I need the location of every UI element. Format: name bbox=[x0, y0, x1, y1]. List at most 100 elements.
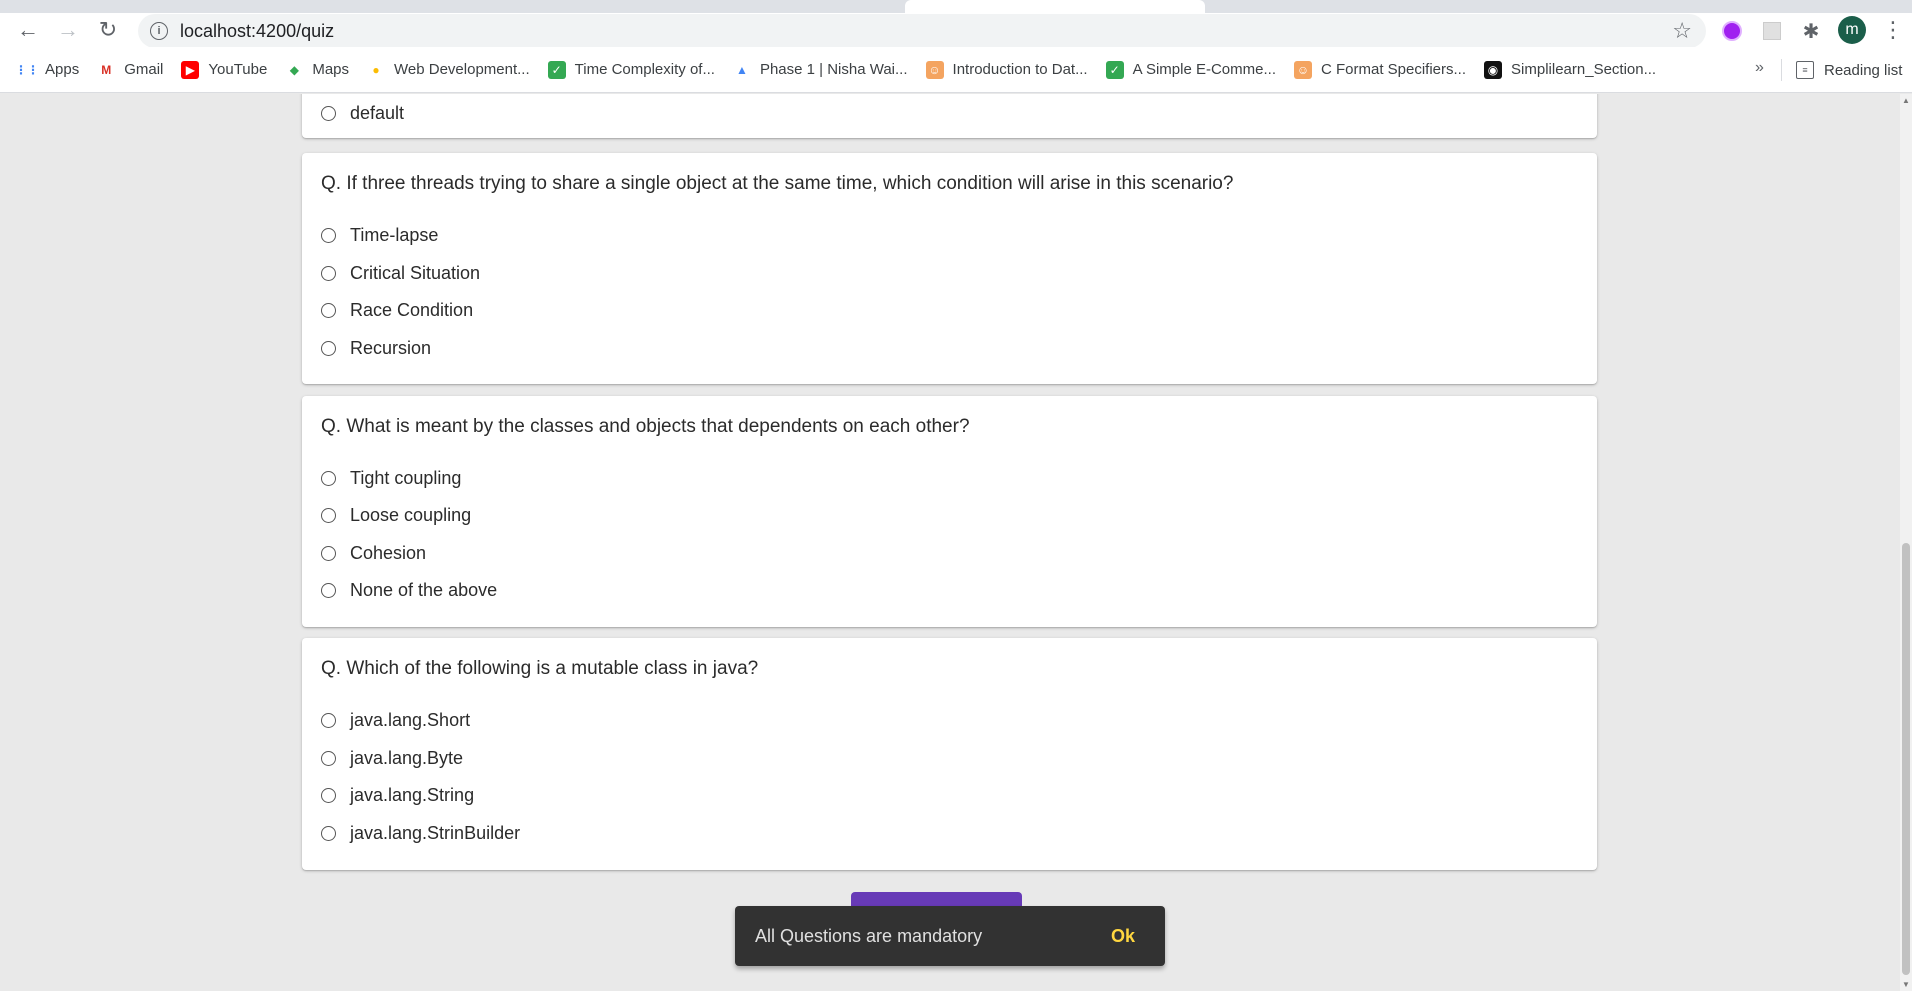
option-label: java.lang.String bbox=[350, 785, 475, 805]
reload-button[interactable]: ↻ bbox=[88, 13, 128, 47]
question-card: Q. Which of the following is a mutable c… bbox=[302, 638, 1597, 870]
option-label: Recursion bbox=[350, 338, 432, 358]
answer-option[interactable]: Time-lapse bbox=[321, 225, 438, 246]
bookmark-c-format[interactable]: ☺ C Format Specifiers... bbox=[1293, 60, 1467, 79]
option-label: Loose coupling bbox=[350, 505, 472, 525]
answer-option[interactable]: Loose coupling bbox=[321, 505, 471, 526]
answer-option[interactable]: java.lang.StrinBuilder bbox=[321, 823, 520, 844]
radio-button[interactable] bbox=[321, 471, 336, 486]
apps-grid-icon: ⋮⋮ bbox=[15, 62, 39, 77]
option-label: None of the above bbox=[350, 580, 498, 600]
answer-option[interactable]: Race Condition bbox=[321, 300, 473, 321]
answer-option[interactable]: default bbox=[321, 103, 404, 124]
maps-icon: ◆ bbox=[289, 62, 299, 77]
url-text[interactable]: localhost:4200/quiz bbox=[180, 21, 334, 42]
github-icon: ◉ bbox=[1484, 60, 1503, 79]
bookmark-introduction[interactable]: ☺ Introduction to Dat... bbox=[925, 60, 1088, 79]
bookmark-gmail[interactable]: M Gmail bbox=[97, 61, 163, 79]
radio-button[interactable] bbox=[321, 508, 336, 523]
question-card: Q. If three threads trying to share a si… bbox=[302, 153, 1597, 384]
page-scrollbar[interactable]: ▲ ▼ bbox=[1900, 94, 1912, 991]
blank-extension-icon bbox=[1763, 22, 1781, 40]
option-label: java.lang.Byte bbox=[350, 748, 464, 768]
scroll-up-icon[interactable]: ▲ bbox=[1902, 96, 1910, 105]
extension-button[interactable] bbox=[1758, 17, 1786, 45]
quiz-page: default Q. If three threads trying to sh… bbox=[0, 94, 1900, 991]
radio-button[interactable] bbox=[321, 583, 336, 598]
info-icon[interactable]: i bbox=[150, 22, 168, 40]
bookmark-label: Maps bbox=[312, 61, 350, 78]
extensions-menu-button[interactable]: ✱ bbox=[1797, 17, 1825, 45]
bookmark-maps[interactable]: ◆ Maps bbox=[285, 61, 349, 79]
back-button[interactable]: ← bbox=[8, 13, 48, 47]
leaf-icon: ✓ bbox=[1105, 60, 1124, 79]
answer-option[interactable]: Critical Situation bbox=[321, 263, 480, 284]
bookmark-label: C Format Specifiers... bbox=[1320, 61, 1467, 78]
question-text: Q. Which of the following is a mutable c… bbox=[321, 658, 759, 679]
reading-list-label: Reading list bbox=[1824, 61, 1903, 79]
bookmark-time-complexity[interactable]: ✓ Time Complexity of... bbox=[547, 60, 715, 79]
radio-button[interactable] bbox=[321, 713, 336, 728]
bookmarks-bar: ⋮⋮ Apps M Gmail ▶ YouTube ◆ Maps ● Web Develo… bbox=[0, 47, 1912, 93]
bookmark-web-development[interactable]: ● Web Development... bbox=[367, 61, 529, 79]
radio-button[interactable] bbox=[321, 106, 336, 121]
radio-button[interactable] bbox=[321, 228, 336, 243]
option-label: Cohesion bbox=[350, 543, 427, 563]
bookmark-label: Time Complexity of... bbox=[574, 61, 715, 78]
bookmark-youtube[interactable]: ▶ YouTube bbox=[181, 60, 267, 79]
answer-option[interactable]: java.lang.Byte bbox=[321, 748, 463, 769]
reading-list-icon: ≡ bbox=[1796, 61, 1814, 79]
question-card: Q. What is meant by the classes and obje… bbox=[302, 396, 1597, 627]
bookmark-ecommerce[interactable]: ✓ A Simple E-Comme... bbox=[1105, 60, 1276, 79]
snackbar-ok-button[interactable]: Ok bbox=[1111, 926, 1145, 947]
bookmark-apps[interactable]: ⋮⋮ Apps bbox=[15, 61, 79, 79]
answer-option[interactable]: Recursion bbox=[321, 338, 431, 359]
radio-button[interactable] bbox=[321, 303, 336, 318]
radio-button[interactable] bbox=[321, 341, 336, 356]
bookmark-star-icon[interactable]: ☆ bbox=[1672, 18, 1692, 44]
radio-button[interactable] bbox=[321, 751, 336, 766]
active-tab[interactable] bbox=[905, 0, 1205, 13]
option-label: default bbox=[350, 103, 405, 123]
profile-avatar[interactable]: m bbox=[1838, 16, 1866, 44]
answer-option[interactable]: Tight coupling bbox=[321, 468, 461, 489]
drive-icon: ▲ bbox=[736, 62, 748, 77]
option-label: java.lang.StrinBuilder bbox=[350, 823, 521, 843]
answer-option[interactable]: None of the above bbox=[321, 580, 497, 601]
scroll-down-icon[interactable]: ▼ bbox=[1902, 980, 1910, 989]
radio-button[interactable] bbox=[321, 266, 336, 281]
bookmark-label: Phase 1 | Nisha Wai... bbox=[759, 61, 908, 78]
tab-strip bbox=[0, 0, 1912, 13]
radio-button[interactable] bbox=[321, 788, 336, 803]
answer-option[interactable]: java.lang.Short bbox=[321, 710, 470, 731]
bookmark-label: Introduction to Dat... bbox=[952, 61, 1088, 78]
option-label: Race Condition bbox=[350, 300, 474, 320]
answer-option[interactable]: java.lang.String bbox=[321, 785, 474, 806]
reading-list-button[interactable]: ≡ Reading list bbox=[1796, 47, 1902, 93]
answer-option[interactable]: Cohesion bbox=[321, 543, 426, 564]
question-text: Q. If three threads trying to share a si… bbox=[321, 173, 1234, 194]
more-menu-icon[interactable]: ⋮ bbox=[1882, 15, 1904, 45]
question-card: default bbox=[302, 94, 1597, 138]
forward-button[interactable]: → bbox=[48, 13, 88, 47]
youtube-icon: ▶ bbox=[181, 60, 200, 79]
scrollbar-thumb[interactable] bbox=[1902, 543, 1910, 975]
extension-button[interactable] bbox=[1718, 17, 1746, 45]
more-bookmarks-icon[interactable]: » bbox=[1755, 59, 1764, 77]
bookmark-label: Simplilearn_Section... bbox=[1511, 61, 1657, 78]
gmail-icon: M bbox=[101, 62, 112, 77]
bookmark-simplilearn[interactable]: ◉ Simplilearn_Section... bbox=[1484, 60, 1657, 79]
address-bar[interactable]: i localhost:4200/quiz ☆ bbox=[138, 14, 1706, 48]
reload-icon: ↻ bbox=[98, 17, 118, 42]
leaf-icon: ✓ bbox=[547, 60, 566, 79]
option-label: Critical Situation bbox=[350, 263, 481, 283]
option-label: Time-lapse bbox=[350, 225, 439, 245]
radio-button[interactable] bbox=[321, 546, 336, 561]
radio-button[interactable] bbox=[321, 826, 336, 841]
arrow-left-icon: ← bbox=[17, 17, 39, 42]
puzzle-icon: ✱ bbox=[1802, 20, 1820, 43]
extension-icon bbox=[1722, 21, 1742, 41]
profile-icon: ☺ bbox=[925, 60, 944, 79]
bookmark-phase-1[interactable]: ▲ Phase 1 | Nisha Wai... bbox=[733, 61, 908, 79]
bookmark-label: Gmail bbox=[124, 61, 164, 78]
